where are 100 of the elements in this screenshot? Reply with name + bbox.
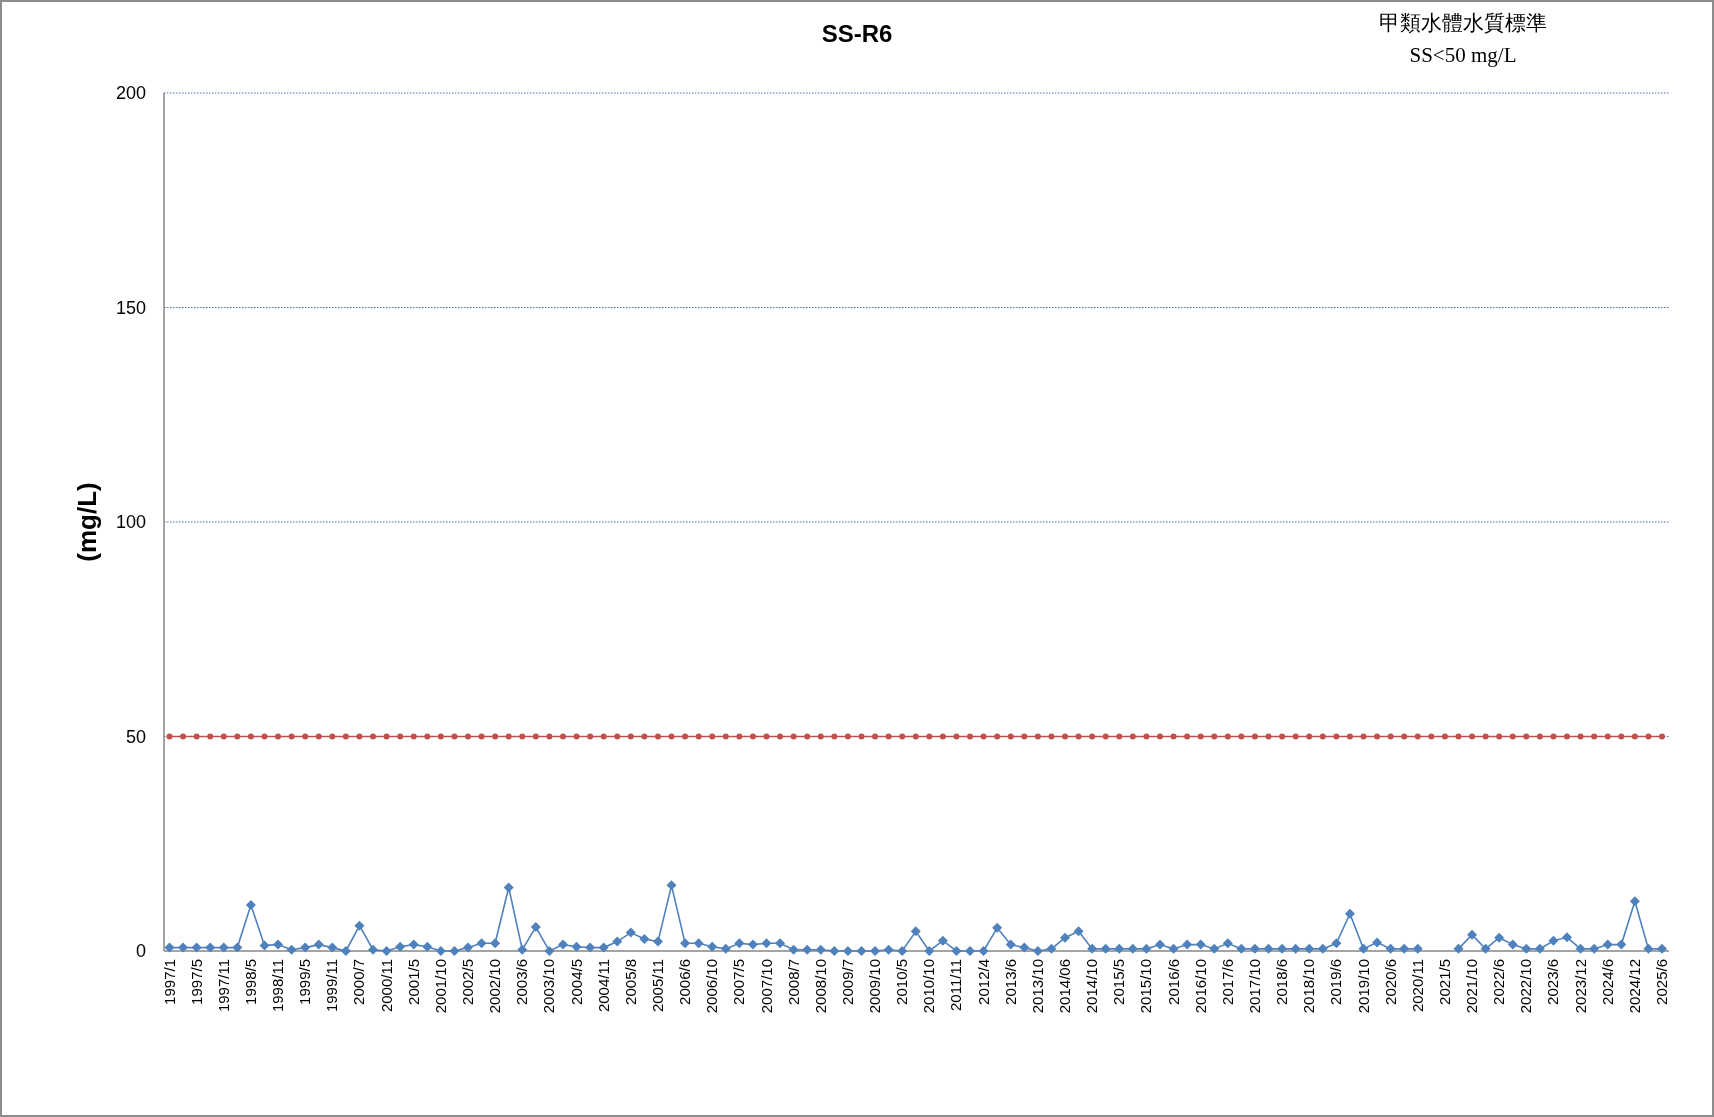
data-point (1168, 943, 1179, 954)
data-point (302, 733, 309, 740)
data-point (1114, 943, 1125, 954)
data-point (924, 946, 935, 956)
data-point (1453, 943, 1464, 954)
x-tick-label: 2022/10 (1517, 959, 1535, 1014)
data-point (1019, 942, 1030, 953)
x-tick-label: 2008/10 (811, 959, 829, 1014)
data-point (164, 942, 175, 953)
x-tick-label: 2023/12 (1571, 959, 1589, 1014)
data-point (802, 944, 813, 955)
data-point (1562, 932, 1572, 943)
x-tick-label: 1997/1 (160, 959, 178, 1005)
data-point (490, 938, 501, 949)
data-point (1412, 943, 1423, 954)
data-point (449, 946, 460, 956)
data-point (788, 944, 799, 955)
x-tick-label: 2020/6 (1381, 959, 1399, 1005)
data-point (1333, 733, 1340, 740)
x-tick-label: 1998/11 (269, 959, 287, 1013)
data-point (817, 733, 824, 740)
data-point (639, 934, 650, 944)
data-point (1143, 733, 1150, 740)
x-tick-label: 2001/5 (404, 959, 422, 1005)
data-point (558, 939, 568, 950)
data-point (532, 733, 539, 740)
x-tick-label: 2021/10 (1463, 959, 1481, 1014)
data-point (598, 942, 609, 953)
data-point (625, 927, 636, 938)
data-point (1387, 733, 1394, 740)
data-point (734, 938, 745, 949)
data-point (1645, 733, 1652, 740)
data-point (492, 733, 499, 740)
data-point (761, 938, 772, 949)
data-point (273, 939, 284, 950)
data-point (1604, 733, 1611, 740)
data-point (1277, 943, 1288, 954)
data-point (1469, 733, 1476, 740)
x-tick-label: 1998/5 (241, 959, 259, 1005)
x-tick-label: 2019/10 (1354, 959, 1372, 1014)
data-point (178, 942, 189, 953)
data-point (1399, 943, 1410, 954)
data-point (831, 733, 838, 740)
x-tick-label: 1999/5 (296, 959, 314, 1005)
data-point (1021, 733, 1028, 740)
data-point (1564, 733, 1570, 740)
data-point (1100, 943, 1111, 954)
x-tick-label: 2008/7 (784, 959, 802, 1005)
x-tick-label: 2012/4 (974, 959, 992, 1005)
data-point (747, 939, 758, 950)
data-point (1062, 733, 1068, 740)
data-point (994, 733, 1001, 740)
data-point (1127, 943, 1138, 954)
data-point (953, 733, 960, 740)
data-point (585, 942, 596, 953)
data-point (1034, 733, 1041, 740)
data-point (641, 733, 648, 740)
data-point (519, 733, 526, 740)
data-point (517, 944, 528, 955)
data-point (1428, 733, 1435, 740)
data-point (1290, 943, 1301, 954)
data-point (1209, 943, 1220, 954)
data-point (463, 942, 473, 953)
data-point (804, 733, 811, 740)
x-tick-label: 2002/5 (459, 959, 476, 1005)
data-point (736, 733, 743, 740)
data-point (166, 733, 173, 740)
data-point (275, 733, 282, 740)
x-tick-label: 2005/11 (648, 959, 666, 1013)
x-tick-label: 2023/6 (1544, 959, 1562, 1005)
data-point (1523, 733, 1530, 740)
data-point (1385, 943, 1396, 954)
data-point (1548, 935, 1559, 946)
data-point (218, 942, 229, 953)
data-point (1304, 943, 1315, 954)
data-point (232, 942, 243, 953)
data-point (1211, 733, 1218, 740)
data-point (1346, 733, 1353, 740)
data-point (587, 733, 594, 740)
data-point (451, 733, 458, 740)
y-tick-label: 0 (136, 941, 146, 961)
data-point (1048, 733, 1055, 740)
x-tick-label: 2013/10 (1028, 959, 1046, 1014)
x-tick-label: 2015/10 (1137, 959, 1155, 1014)
data-point (422, 941, 433, 952)
data-point (1007, 733, 1014, 740)
data-point (234, 733, 241, 740)
x-tick-label: 2006/6 (676, 959, 694, 1005)
data-point (695, 733, 702, 740)
data-point (1075, 733, 1082, 740)
data-point (1480, 943, 1491, 954)
data-point (1306, 733, 1313, 740)
data-point (1032, 946, 1043, 956)
data-point (939, 733, 946, 740)
x-tick-label: 2007/5 (730, 959, 748, 1005)
data-point (220, 733, 227, 740)
x-tick-label: 2003/6 (513, 959, 531, 1005)
data-point (666, 880, 677, 891)
data-point (1577, 733, 1584, 740)
x-tick-label: 2024/12 (1625, 959, 1643, 1014)
